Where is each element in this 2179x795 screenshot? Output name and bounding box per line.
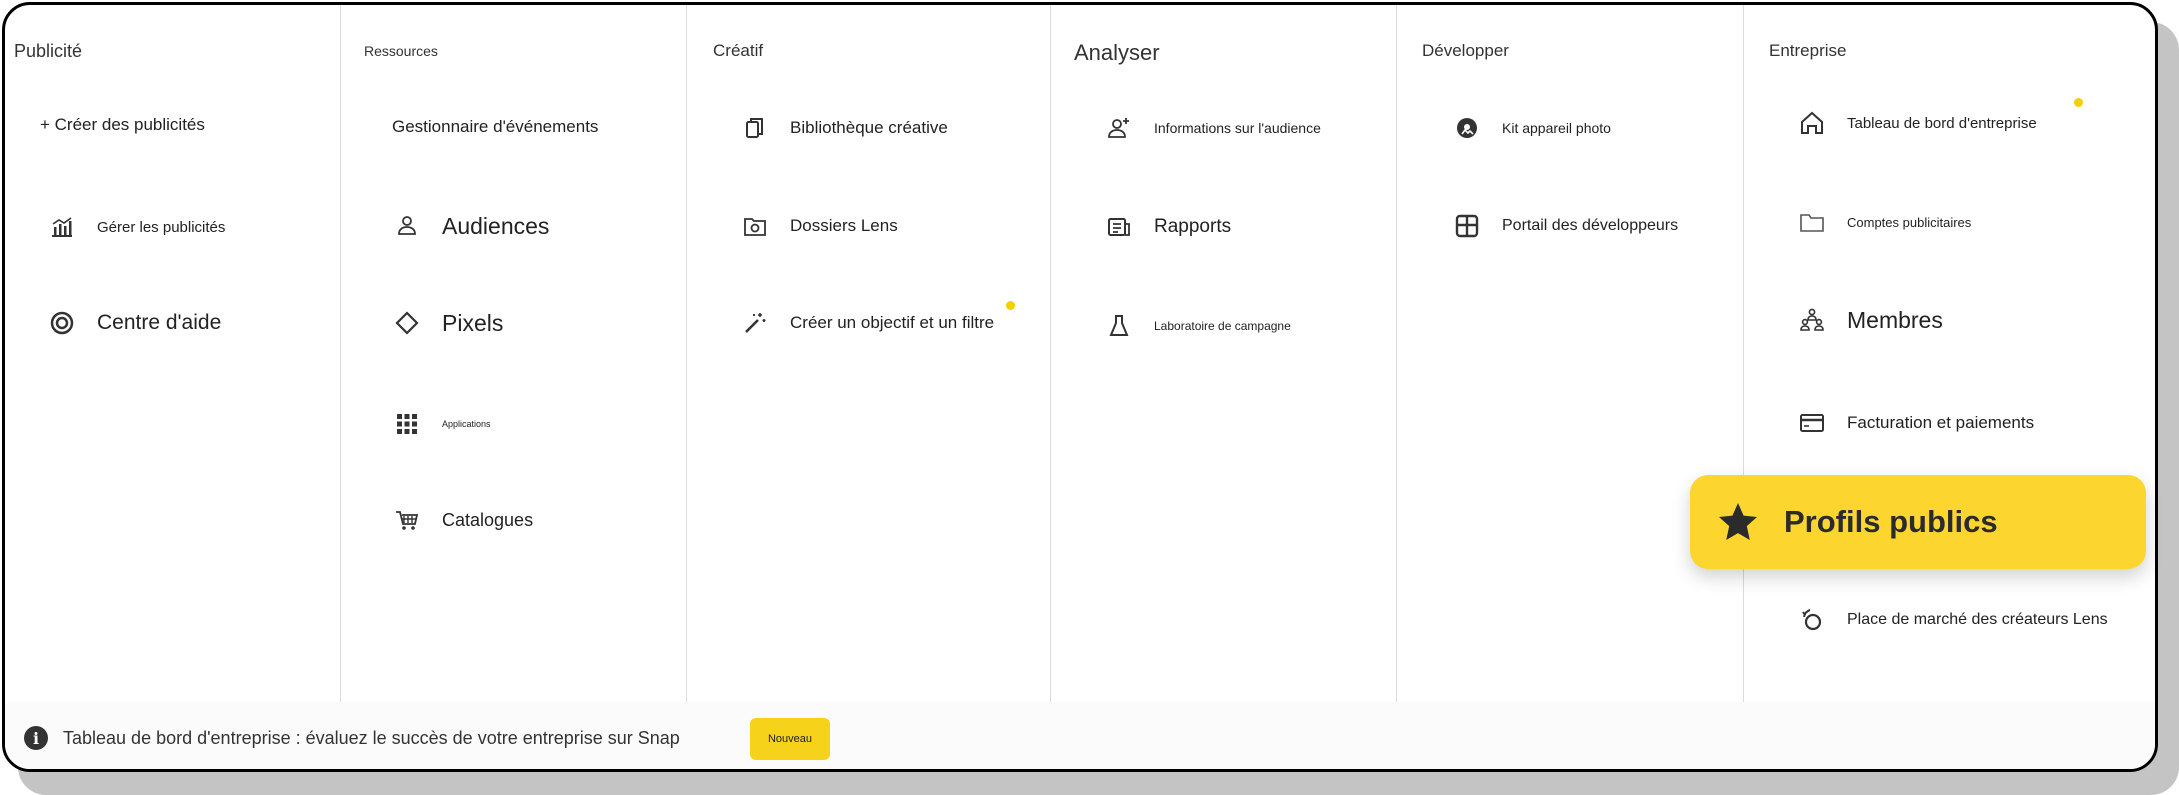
developer-portal-link[interactable]: Portail des développeurs [1452, 211, 1678, 241]
card-icon [1797, 408, 1827, 438]
developer-portal-label: Portail des développeurs [1502, 217, 1679, 234]
members-link[interactable]: Membres [1797, 305, 1943, 335]
dev-portal-icon [1452, 211, 1482, 241]
catalogues-link[interactable]: Catalogues [392, 505, 533, 535]
audiences-label: Audiences [442, 212, 550, 239]
help-ring-icon [47, 308, 77, 338]
footer-banner: i Tableau de bord d'entreprise : évaluez… [5, 702, 2155, 769]
create-lens-filter-label: Créer un objectif et un filtre [790, 313, 995, 332]
pixels-link[interactable]: Pixels [392, 308, 503, 338]
home-icon [1797, 108, 1827, 138]
reports-label: Rapports [1154, 216, 1232, 237]
column-title: Publicité [14, 41, 83, 61]
cart-icon [392, 505, 422, 535]
help-center-link[interactable]: Centre d'aide [47, 308, 221, 338]
ad-accounts-label: Comptes publicitaires [1847, 214, 1972, 230]
business-dashboard-label: Tableau de bord d'entreprise [1847, 114, 2037, 132]
column-publicite: Publicité + Créer des publicités Gérer l… [5, 5, 341, 702]
copy-icon [740, 113, 770, 143]
flask-icon [1104, 311, 1134, 341]
column-analyser: Analyser Informations sur l'audience Rap… [1051, 5, 1397, 702]
audience-insights-label: Informations sur l'audience [1154, 120, 1321, 136]
column-entreprise: Entreprise Tableau de bord d'entreprise … [1744, 5, 2155, 702]
column-title: Entreprise [1769, 41, 1847, 60]
manage-ads-label: Gérer les publicités [97, 218, 226, 236]
pixels-label: Pixels [442, 309, 504, 336]
new-indicator-dot [2074, 98, 2083, 107]
applications-link[interactable]: Applications [392, 409, 491, 439]
event-manager-link[interactable]: Gestionnaire d'événements [392, 117, 598, 137]
footer-text: Tableau de bord d'entreprise : évaluez l… [63, 728, 680, 748]
magic-wand-icon [740, 308, 770, 338]
column-developper: Développer Kit appareil photo Portail de… [1397, 5, 1744, 702]
new-indicator-dot [1006, 301, 1015, 310]
billing-payments-link[interactable]: Facturation et paiements [1797, 408, 2034, 438]
lens-market-icon [1797, 605, 1827, 635]
members-label: Membres [1847, 306, 1943, 333]
public-profiles-label: Profils publics [1784, 504, 1998, 539]
column-creatif: Créatif Bibliothèque créative Dossiers L… [687, 5, 1051, 702]
ad-accounts-link[interactable]: Comptes publicitaires [1797, 207, 1971, 237]
camera-kit-link[interactable]: Kit appareil photo [1452, 113, 1611, 143]
create-ads-link[interactable]: + Créer des publicités [40, 115, 205, 135]
column-title: Créatif [713, 41, 764, 60]
column-ressources: Ressources Gestionnaire d'événements Aud… [341, 5, 687, 702]
info-icon: i [24, 726, 48, 750]
column-title: Développer [1422, 41, 1509, 60]
lens-folders-link[interactable]: Dossiers Lens [740, 211, 898, 241]
folder-icon [1797, 207, 1827, 237]
catalogues-label: Catalogues [442, 509, 534, 530]
new-badge[interactable]: Nouveau [750, 718, 830, 760]
help-center-label: Centre d'aide [97, 311, 222, 334]
applications-label: Applications [442, 419, 491, 429]
bar-chart-icon [47, 212, 77, 242]
campaign-lab-link[interactable]: Laboratoire de campagne [1104, 311, 1291, 341]
report-icon [1104, 212, 1134, 242]
lens-creators-marketplace-label: Place de marché des créateurs Lens [1847, 611, 2108, 628]
folder-lens-icon [740, 211, 770, 241]
navigation-mega-menu: Publicité + Créer des publicités Gérer l… [2, 2, 2158, 772]
manage-ads-link[interactable]: Gérer les publicités [47, 212, 225, 242]
person-add-icon [1104, 113, 1134, 143]
grid-icon [392, 409, 422, 439]
column-title: Ressources [364, 43, 438, 59]
members-icon [1797, 305, 1827, 335]
star-icon [1716, 500, 1760, 544]
audiences-link[interactable]: Audiences [392, 211, 549, 241]
column-title: Analyser [1074, 40, 1160, 65]
public-profiles-button[interactable]: Profils publics [1690, 475, 2146, 569]
camera-kit-label: Kit appareil photo [1502, 120, 1611, 136]
lens-creators-marketplace-link[interactable]: Place de marché des créateurs Lens [1797, 605, 2108, 635]
campaign-lab-label: Laboratoire de campagne [1154, 319, 1291, 333]
camera-kit-icon [1452, 113, 1482, 143]
business-dashboard-link[interactable]: Tableau de bord d'entreprise [1797, 108, 2037, 138]
event-manager-label: Gestionnaire d'événements [392, 117, 599, 136]
person-icon [392, 211, 422, 241]
lens-folders-label: Dossiers Lens [790, 216, 898, 235]
create-lens-filter-link[interactable]: Créer un objectif et un filtre [740, 308, 994, 338]
reports-link[interactable]: Rapports [1104, 212, 1231, 242]
creative-library-label: Bibliothèque créative [790, 118, 948, 137]
billing-payments-label: Facturation et paiements [1847, 413, 2035, 432]
diamond-icon [392, 308, 422, 338]
creative-library-link[interactable]: Bibliothèque créative [740, 113, 948, 143]
audience-insights-link[interactable]: Informations sur l'audience [1104, 113, 1321, 143]
create-ads-label: + Créer des publicités [40, 115, 205, 134]
